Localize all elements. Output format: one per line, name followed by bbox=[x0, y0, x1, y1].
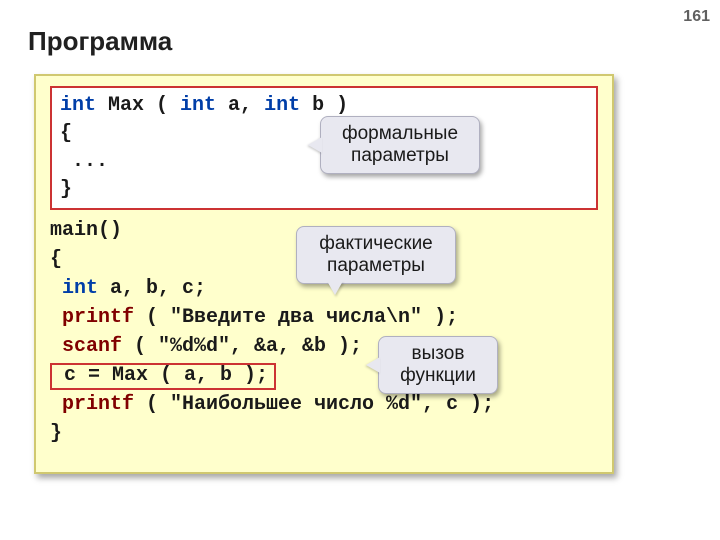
kw-int: int bbox=[50, 277, 98, 300]
function-call-box: c = Max ( a, b ); bbox=[50, 363, 276, 390]
kw-int: int bbox=[180, 94, 216, 117]
kw-scanf: scanf bbox=[50, 335, 122, 358]
callout-tail-icon bbox=[327, 281, 343, 295]
code-line-call-wrapper: c = Max ( a, b ); bbox=[50, 361, 598, 390]
code-line: printf ( "Наибольшее число %d", c ); bbox=[50, 390, 598, 419]
callout-actual-params: фактические параметры bbox=[296, 226, 456, 284]
code-line: printf ( "Введите два числа\n" ); bbox=[50, 303, 598, 332]
callout-tail-icon bbox=[308, 137, 322, 153]
page-number: 161 bbox=[683, 8, 710, 26]
kw-printf: printf bbox=[50, 393, 134, 416]
code-line: scanf ( "%d%d", &a, &b ); bbox=[50, 332, 598, 361]
callout-function-call: вызов функции bbox=[378, 336, 498, 394]
callout-formal-params: формальные параметры bbox=[320, 116, 480, 174]
kw-int: int bbox=[60, 94, 96, 117]
callout-tail-icon bbox=[366, 357, 380, 373]
code-line: } bbox=[50, 419, 598, 448]
kw-int: int bbox=[264, 94, 300, 117]
page-title: Программа bbox=[28, 26, 172, 57]
code-line: } bbox=[60, 176, 588, 204]
kw-printf: printf bbox=[50, 306, 134, 329]
